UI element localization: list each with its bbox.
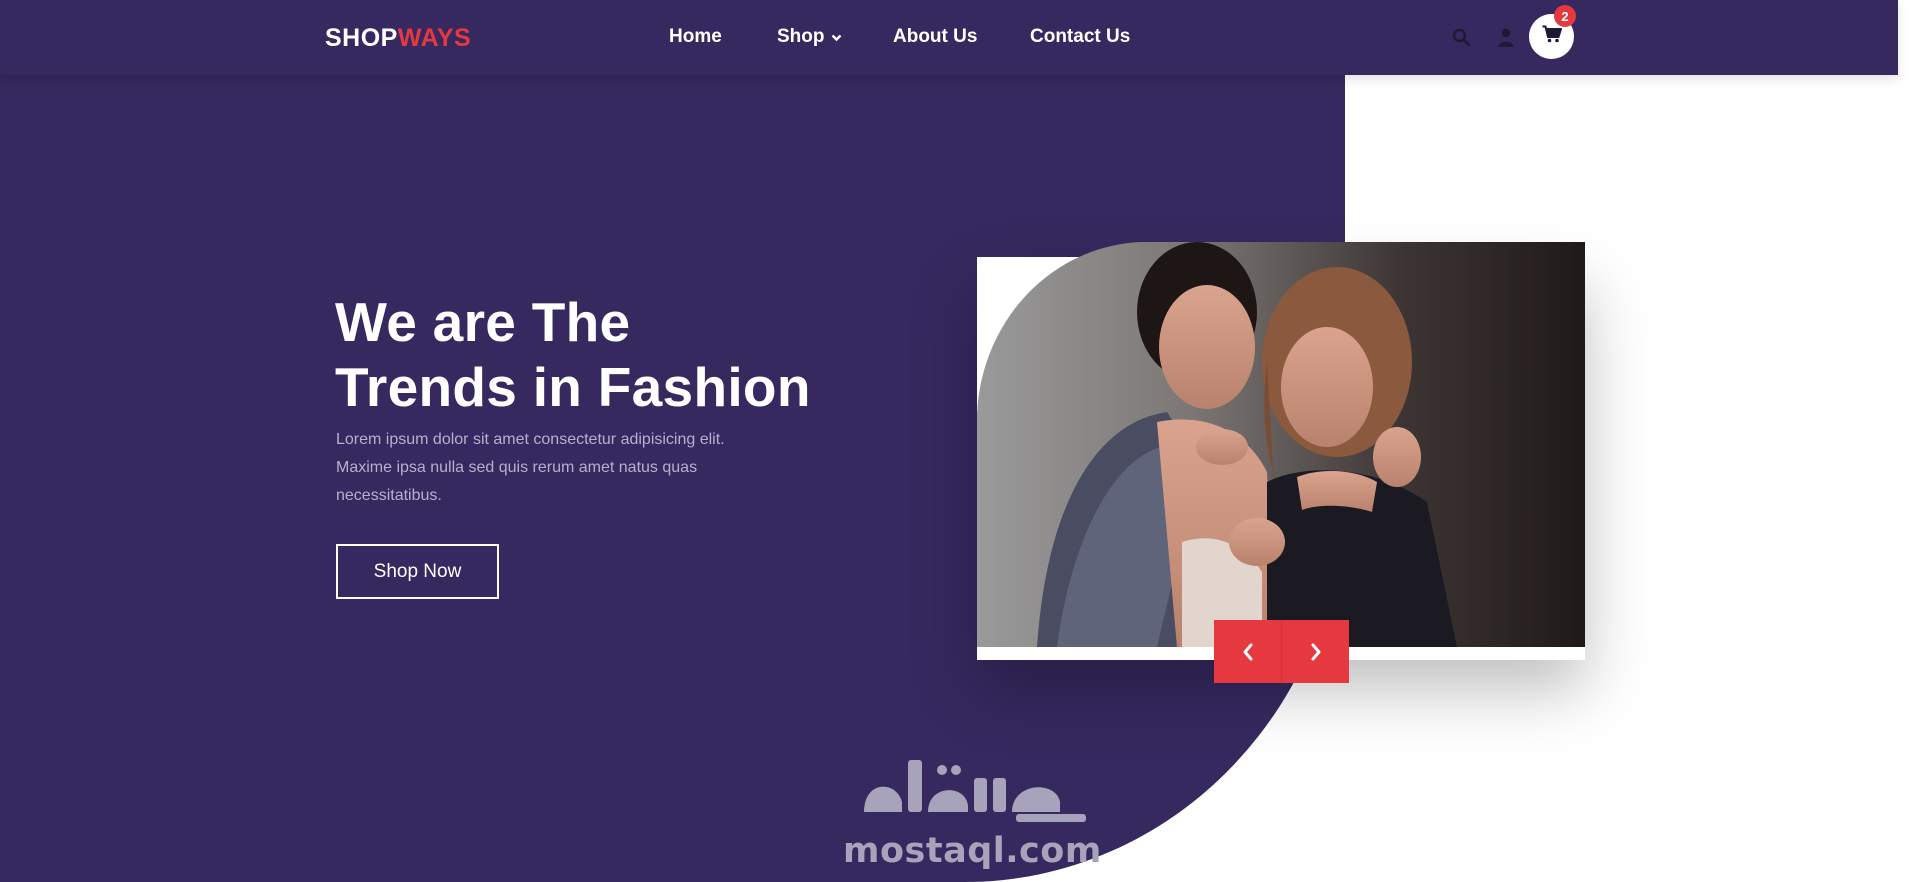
user-icon[interactable] [1498, 28, 1514, 52]
hero-title-line-1: We are The [335, 291, 631, 353]
cart-icon [1542, 25, 1562, 48]
watermark: mostaql.com [843, 750, 1102, 871]
site-logo[interactable]: SHOPWAYS [325, 24, 471, 53]
top-navbar: SHOPWAYS Home Shop About Us Contact Us 2 [0, 0, 1898, 75]
chevron-right-icon[interactable] [1281, 620, 1349, 683]
hero-title: We are The Trends in Fashion [335, 290, 811, 420]
slider-controls [1214, 620, 1349, 683]
nav-home[interactable]: Home [669, 26, 722, 48]
logo-primary: SHOP [325, 24, 398, 52]
chevron-down-icon [831, 26, 842, 48]
chevron-left-icon[interactable] [1214, 620, 1281, 683]
watermark-arabic-logo [864, 760, 1087, 822]
hero-image [977, 242, 1585, 647]
hero-title-line-2: Trends in Fashion [335, 356, 811, 418]
fashion-models-illustration [977, 242, 1585, 647]
cart-count-badge: 2 [1554, 5, 1576, 27]
nav-contact[interactable]: Contact Us [1030, 26, 1130, 48]
watermark-text: mostaql.com [843, 831, 1102, 871]
search-icon[interactable] [1452, 28, 1471, 52]
nav-about[interactable]: About Us [893, 26, 977, 48]
nav-shop-label: Shop [777, 26, 825, 48]
nav-shop[interactable]: Shop [777, 26, 842, 48]
shop-now-button[interactable]: Shop Now [336, 544, 499, 599]
hero-description: Lorem ipsum dolor sit amet consectetur a… [336, 431, 725, 504]
logo-accent: WAYS [397, 24, 472, 52]
